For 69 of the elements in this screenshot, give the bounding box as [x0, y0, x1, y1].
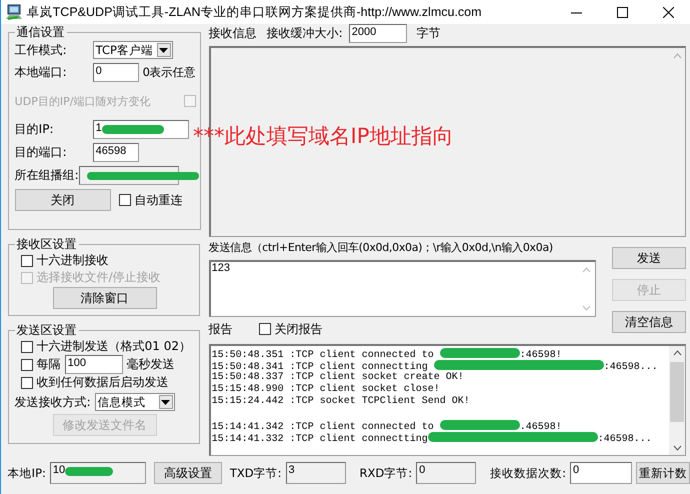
close-icon[interactable] [663, 6, 674, 18]
field-label: 目的IP: [14, 121, 54, 138]
checkbox-label: 十六进制接收 [36, 252, 109, 269]
field-label: 接收数据次数: [490, 466, 566, 480]
input-field[interactable]: 1 [92, 120, 189, 139]
log-line: 15:50:48.337 :TCP client socket create OK! [212, 372, 464, 384]
group-title: 接收区设置 [16, 236, 78, 253]
unit-label: 字节 [416, 25, 441, 42]
log-line: 15:50:48.351 :TCP client connected to :46598! [212, 348, 562, 360]
group-title: 通信设置 [16, 24, 66, 41]
field-label: 工作模式: [14, 42, 68, 58]
field-label: TXD字节: [230, 466, 282, 480]
field-label: 所在组播组: [14, 167, 79, 184]
checkbox-label: 选择接收文件/停止接收 [36, 269, 161, 286]
log-line: 15:14:41.342 :TCP client connected to .46598! [212, 420, 562, 432]
input-field[interactable]: 0 [416, 462, 476, 484]
button[interactable]: 发送 [612, 247, 686, 270]
group-title: 发送区设置 [16, 322, 78, 339]
caret-icon[interactable] [159, 48, 168, 52]
checkbox-label: 收到任何数据后启动发送 [36, 374, 169, 391]
field-label: 毫秒发送 [126, 356, 175, 373]
input-field[interactable]: 100 [64, 355, 123, 374]
log-line: 15:15:24.442 :TCP socket TCPClient Send OK! [212, 396, 470, 408]
field-label: 本地IP: [8, 466, 46, 480]
input-field[interactable]: 3 [286, 462, 346, 484]
button[interactable]: 清除窗口 [52, 287, 157, 309]
input-field[interactable]: 0 [92, 63, 139, 82]
scroll-down-icon[interactable] [672, 445, 682, 451]
checkbox-label: 每隔 [36, 356, 61, 373]
checkbox[interactable] [20, 358, 33, 370]
section-label: 报告 [208, 320, 233, 338]
text-area[interactable]: 123 [208, 260, 596, 318]
caret-icon[interactable] [161, 400, 170, 404]
dropdown[interactable]: 信息模式 [94, 393, 175, 411]
input-field[interactable]: 0 [570, 462, 632, 484]
field-label: 目的端口: [14, 144, 68, 161]
button[interactable]: 重新计数 [636, 462, 690, 484]
window-title: 卓岚TCP&UDP调试工具-ZLAN专业的串口联网方案提供商-http://www.zlmcu.com [26, 4, 482, 20]
button[interactable]: 关闭 [14, 189, 111, 211]
field-label: RXD字节: [360, 466, 412, 480]
button[interactable]: 高级设置 [154, 462, 222, 484]
log-line: 15:50:48.341 :TCP client connectting :46598... [212, 360, 658, 372]
checkbox[interactable] [258, 323, 271, 336]
scrollbar[interactable] [669, 346, 685, 455]
checkbox[interactable] [20, 254, 33, 266]
section-label: 接收信息 [208, 25, 257, 42]
checkbox-label: 自动重连 [134, 192, 183, 208]
field-label: 接收缓冲大小: [266, 25, 343, 42]
scroll-up-icon[interactable] [672, 350, 682, 356]
log-line: 15:15:48.990 :TCP client socket close! [212, 384, 440, 396]
scroll-thumb[interactable] [670, 362, 684, 422]
computer-icon[interactable] [4, 4, 23, 20]
checkbox-label: UDP目的IP/端口随对方变化 [14, 94, 150, 108]
checkbox[interactable] [20, 376, 33, 388]
hint-text: 0表示任意 [142, 65, 196, 80]
input-field[interactable]: 2000 [348, 24, 407, 44]
button[interactable]: 清空信息 [612, 311, 686, 334]
checkbox-label: 十六进制发送（格式01 02） [36, 338, 192, 355]
maximize-icon[interactable] [617, 6, 628, 18]
checkbox-label: 关闭报告 [274, 320, 323, 338]
checkbox[interactable] [118, 194, 131, 206]
input-field[interactable]: 10 [50, 462, 146, 484]
input-field[interactable]: 46598 [92, 143, 139, 162]
field-label: 发送接收方式: [14, 394, 91, 410]
section-label: 发送信息（ctrl+Enter输入回车(0x0d,0x0a)；\r输入0x0d,\n输入0x0a) [208, 240, 554, 256]
field-label: 本地端口: [14, 64, 68, 81]
checkbox[interactable] [20, 340, 33, 352]
log-line: 15:14:41.332 :TCP client connectting :46598... [212, 432, 652, 444]
dropdown[interactable]: TCP客户端 [92, 41, 173, 59]
